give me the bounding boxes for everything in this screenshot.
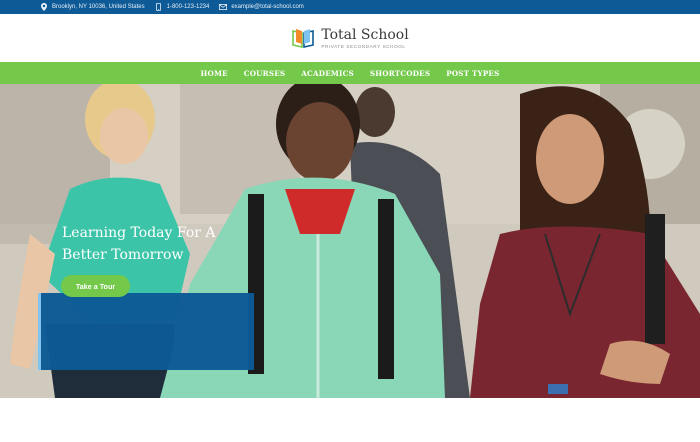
main-nav: HOME COURSES ACADEMICS SHORTCODES POST T… (0, 62, 700, 84)
take-a-tour-button[interactable]: Take a Tour (61, 275, 130, 297)
hero-headline: Learning Today For A Better Tomorrow (62, 225, 216, 263)
phone-icon (155, 3, 163, 11)
phone-item[interactable]: 1-800-123-1234 (155, 3, 210, 11)
mail-icon (219, 3, 228, 11)
nav-home[interactable]: HOME (193, 69, 236, 78)
nav-courses[interactable]: COURSES (236, 69, 293, 78)
hero-caption-box (38, 293, 254, 370)
book-logo-icon (291, 26, 315, 50)
phone-text[interactable]: 1-800-123-1234 (167, 4, 210, 10)
nav-academics[interactable]: ACADEMICS (293, 69, 362, 78)
top-info-bar: Brooklyn, NY 10036, United States 1-800-… (0, 0, 700, 14)
site-title[interactable]: Total School (321, 28, 408, 42)
site-logo[interactable]: Total School PRIVATE SECONDARY SCHOOL (291, 26, 409, 50)
page-bottom-area (0, 398, 700, 442)
nav-shortcodes[interactable]: SHORTCODES (362, 69, 438, 78)
nav-post-types[interactable]: POST TYPES (438, 69, 507, 78)
email-item[interactable]: example@total-school.com (219, 3, 304, 11)
address-text: Brooklyn, NY 10036, United States (52, 4, 145, 10)
site-tagline: PRIVATE SECONDARY SCHOOL (321, 43, 406, 49)
address-item: Brooklyn, NY 10036, United States (40, 3, 145, 11)
email-text[interactable]: example@total-school.com (231, 4, 303, 10)
site-header: Total School PRIVATE SECONDARY SCHOOL (0, 14, 700, 62)
map-pin-icon (40, 3, 48, 11)
